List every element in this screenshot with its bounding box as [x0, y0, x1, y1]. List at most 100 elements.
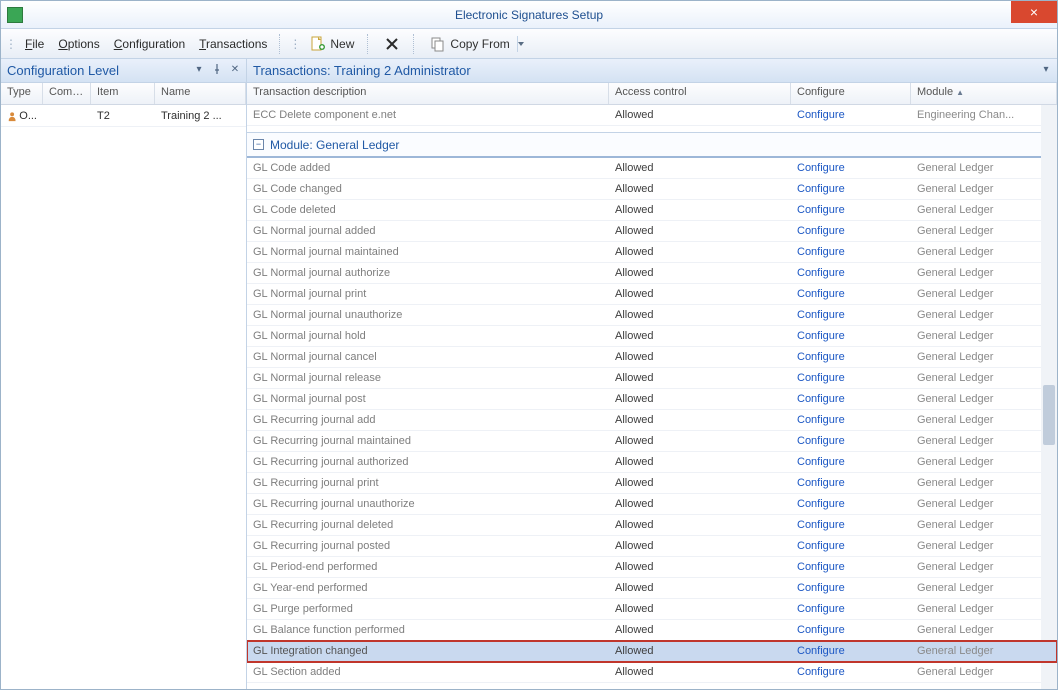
transaction-description: GL Normal journal cancel — [247, 349, 609, 365]
copy-from-dropdown[interactable] — [517, 36, 525, 52]
transaction-row[interactable]: GL Purge performedAllowedConfigureGenera… — [247, 599, 1057, 620]
transaction-row[interactable]: GL Code deletedAllowedConfigureGeneral L… — [247, 200, 1057, 221]
vertical-scrollbar[interactable] — [1041, 105, 1057, 689]
transaction-row[interactable]: GL Recurring journal printAllowedConfigu… — [247, 473, 1057, 494]
access-cell: Allowed — [609, 454, 791, 470]
company-cell — [43, 114, 91, 118]
menu-configuration[interactable]: Configuration — [108, 34, 191, 54]
configure-link[interactable]: Configure — [791, 559, 911, 575]
configure-link[interactable]: Configure — [791, 370, 911, 386]
transaction-row[interactable]: ECC Delete component e.net Allowed Confi… — [247, 105, 1057, 126]
col-header-description[interactable]: Transaction description — [247, 83, 609, 104]
panel-pin-icon[interactable] — [210, 62, 224, 76]
transaction-row[interactable]: GL Normal journal printAllowedConfigureG… — [247, 284, 1057, 305]
transaction-row[interactable]: GL Recurring journal maintainedAllowedCo… — [247, 431, 1057, 452]
configure-link[interactable]: Configure — [791, 517, 911, 533]
collapse-toggle-icon[interactable]: − — [253, 139, 264, 150]
name-cell: Training 2 ... — [155, 108, 246, 124]
transaction-row[interactable]: GL Normal journal releaseAllowedConfigur… — [247, 368, 1057, 389]
configure-link[interactable]: Configure — [791, 496, 911, 512]
col-header-access[interactable]: Access control — [609, 83, 791, 104]
transaction-row[interactable]: GL Normal journal unauthorizeAllowedConf… — [247, 305, 1057, 326]
panel-close-icon[interactable]: ✕ — [228, 62, 242, 76]
scrollbar-thumb[interactable] — [1043, 385, 1055, 445]
access-cell: Allowed — [609, 349, 791, 365]
transaction-description: GL Recurring journal posted — [247, 538, 609, 554]
configure-link[interactable]: Configure — [791, 622, 911, 638]
module-cell: General Ledger — [911, 307, 1057, 323]
panel-menu-dropdown[interactable]: ▾ — [192, 62, 206, 76]
transaction-description: GL Normal journal unauthorize — [247, 307, 609, 323]
transactions-dropdown[interactable]: ▾ — [1039, 62, 1053, 76]
configure-link[interactable]: Configure — [791, 265, 911, 281]
transaction-row[interactable]: GL Recurring journal deletedAllowedConfi… — [247, 515, 1057, 536]
copy-from-button[interactable]: Copy From — [423, 33, 531, 55]
delete-button[interactable] — [377, 33, 407, 55]
configure-link[interactable]: Configure — [791, 328, 911, 344]
configure-link[interactable]: Configure — [791, 244, 911, 260]
configure-link[interactable]: Configure — [791, 391, 911, 407]
configure-link[interactable]: Configure — [791, 349, 911, 365]
transactions-header: Transactions: Training 2 Administrator ▾ — [247, 59, 1057, 83]
transaction-row[interactable]: GL Balance function performedAllowedConf… — [247, 620, 1057, 641]
configure-link[interactable]: Configure — [791, 202, 911, 218]
configure-link[interactable]: Configure — [791, 307, 911, 323]
transaction-row[interactable]: GL Recurring journal unauthorizeAllowedC… — [247, 494, 1057, 515]
transaction-row[interactable]: GL Period-end performedAllowedConfigureG… — [247, 557, 1057, 578]
module-cell: General Ledger — [911, 391, 1057, 407]
configure-link[interactable]: Configure — [791, 475, 911, 491]
new-file-icon — [310, 36, 326, 52]
configure-link[interactable]: Configure — [791, 107, 911, 123]
menu-file[interactable]: File — [19, 34, 50, 54]
title-bar: Electronic Signatures Setup × — [1, 1, 1057, 29]
transaction-row[interactable]: GL Normal journal cancelAllowedConfigure… — [247, 347, 1057, 368]
configure-link[interactable]: Configure — [791, 601, 911, 617]
transaction-row[interactable]: GL Section addedAllowedConfigureGeneral … — [247, 662, 1057, 683]
col-header-type[interactable]: Type — [1, 83, 43, 104]
configure-link[interactable]: Configure — [791, 286, 911, 302]
menu-options[interactable]: Options — [52, 34, 105, 54]
transaction-row[interactable]: GL Recurring journal addAllowedConfigure… — [247, 410, 1057, 431]
transaction-row[interactable]: GL Year-end performedAllowedConfigureGen… — [247, 578, 1057, 599]
configure-link[interactable]: Configure — [791, 433, 911, 449]
col-header-module[interactable]: Module▲ — [911, 83, 1057, 104]
access-cell: Allowed — [609, 517, 791, 533]
config-level-row[interactable]: O...T2Training 2 ... — [1, 105, 246, 127]
transaction-row[interactable]: GL Code addedAllowedConfigureGeneral Led… — [247, 158, 1057, 179]
close-button[interactable]: × — [1011, 1, 1057, 23]
module-cell: General Ledger — [911, 244, 1057, 260]
transaction-row[interactable]: GL Integration changedAllowedConfigureGe… — [247, 641, 1057, 662]
configure-link[interactable]: Configure — [791, 412, 911, 428]
configure-link[interactable]: Configure — [791, 223, 911, 239]
configure-link[interactable]: Configure — [791, 643, 911, 659]
col-header-item[interactable]: Item — [91, 83, 155, 104]
delete-x-icon — [384, 36, 400, 52]
configure-link[interactable]: Configure — [791, 664, 911, 680]
transaction-row[interactable]: GL Recurring journal authorizedAllowedCo… — [247, 452, 1057, 473]
new-button-label: New — [330, 37, 354, 51]
access-cell: Allowed — [609, 223, 791, 239]
transaction-description: GL Recurring journal unauthorize — [247, 496, 609, 512]
transaction-row[interactable]: GL Code changedAllowedConfigureGeneral L… — [247, 179, 1057, 200]
transaction-row[interactable]: GL Normal journal addedAllowedConfigureG… — [247, 221, 1057, 242]
transaction-description: GL Code deleted — [247, 202, 609, 218]
configure-link[interactable]: Configure — [791, 538, 911, 554]
configure-link[interactable]: Configure — [791, 580, 911, 596]
configure-link[interactable]: Configure — [791, 181, 911, 197]
transaction-row[interactable]: GL Normal journal maintainedAllowedConfi… — [247, 242, 1057, 263]
transaction-row[interactable]: GL Normal journal authorizeAllowedConfig… — [247, 263, 1057, 284]
col-header-configure[interactable]: Configure — [791, 83, 911, 104]
transaction-row[interactable]: GL Recurring journal postedAllowedConfig… — [247, 536, 1057, 557]
access-cell: Allowed — [609, 538, 791, 554]
configure-link[interactable]: Configure — [791, 454, 911, 470]
new-button[interactable]: New — [303, 33, 361, 55]
module-cell: General Ledger — [911, 454, 1057, 470]
transaction-row[interactable]: GL Normal journal holdAllowedConfigureGe… — [247, 326, 1057, 347]
col-header-company[interactable]: Comp... — [43, 83, 91, 104]
col-header-name[interactable]: Name — [155, 83, 246, 104]
configure-link[interactable]: Configure — [791, 160, 911, 176]
menu-transactions[interactable]: Transactions — [193, 34, 273, 54]
transaction-row[interactable]: GL Normal journal postAllowedConfigureGe… — [247, 389, 1057, 410]
module-group-header[interactable]: − Module: General Ledger — [247, 132, 1057, 158]
copy-from-label: Copy From — [450, 37, 509, 51]
